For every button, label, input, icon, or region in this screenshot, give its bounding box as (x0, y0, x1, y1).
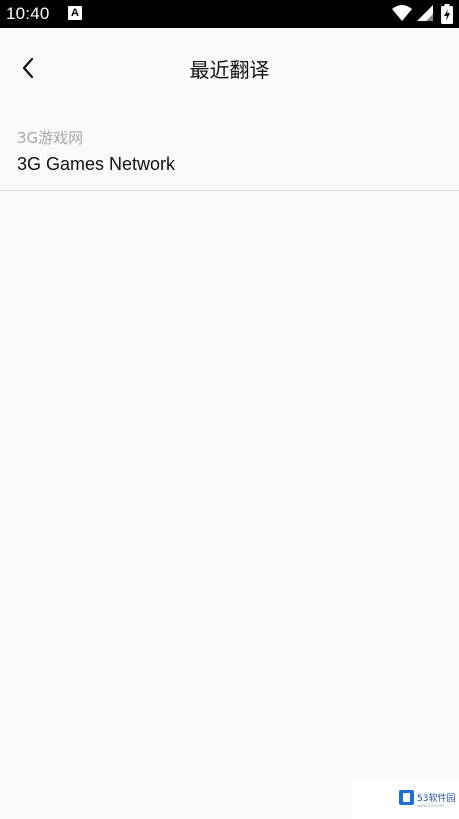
status-time: 10:40 (6, 4, 50, 23)
screen: 10:40 A 最近翻译 3G游戏网 3G Games Network 53软件… (0, 0, 459, 819)
page-title: 最近翻译 (189, 58, 270, 82)
history-list-item[interactable]: 3G游戏网 3G Games Network (0, 118, 459, 191)
watermark: 53软件园 www.53r.com (352, 778, 459, 819)
app-bar: 最近翻译 (0, 28, 459, 108)
notification-icon-letter: A (71, 7, 79, 19)
notification-icon: A (68, 6, 82, 20)
battery-icon (441, 4, 453, 24)
status-bar: 10:40 A (0, 0, 459, 28)
signal-icon (417, 5, 433, 21)
source-text: 3G游戏网 (17, 129, 84, 147)
watermark-logo-icon (399, 790, 414, 805)
wifi-icon (392, 5, 412, 21)
watermark-subtext: www.53r.com (417, 803, 444, 808)
translation-text: 3G Games Network (17, 154, 176, 174)
